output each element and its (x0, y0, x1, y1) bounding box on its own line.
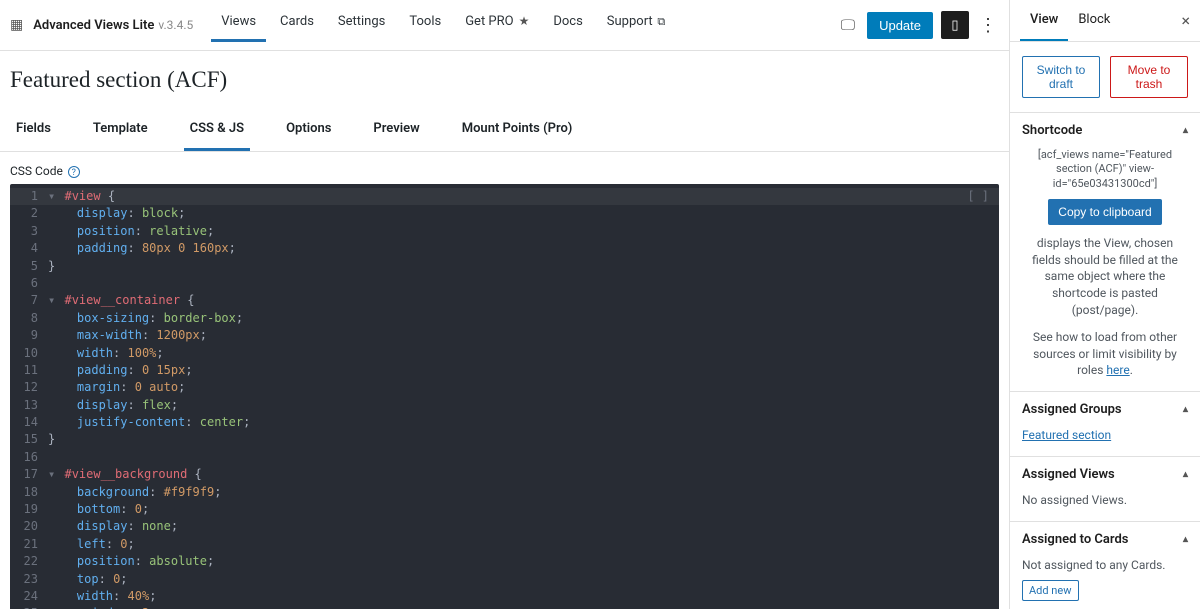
nav-docs[interactable]: Docs (543, 8, 592, 42)
nav-views[interactable]: Views (211, 8, 266, 42)
sidetab-block[interactable]: Block (1068, 0, 1120, 41)
sidebar: View Block × Switch to draft Move to tra… (1010, 0, 1200, 609)
tab-mount-points[interactable]: Mount Points (Pro) (456, 111, 579, 151)
panel-shortcode: Shortcode▴ [acf_views name="Featured sec… (1010, 113, 1200, 392)
panel-shortcode-header[interactable]: Shortcode▴ (1022, 123, 1188, 138)
code-line[interactable]: 3 position: relative; (10, 223, 999, 240)
code-line[interactable]: 8 box-sizing: border-box; (10, 310, 999, 327)
panel-views-header[interactable]: Assigned Views▴ (1022, 467, 1188, 482)
sidebar-actions: Switch to draft Move to trash (1010, 42, 1200, 113)
bracket-match-icon: [ ] (967, 188, 989, 205)
close-icon[interactable]: × (1181, 11, 1190, 30)
code-line[interactable]: 22 position: absolute; (10, 553, 999, 570)
panel-groups-header[interactable]: Assigned Groups▴ (1022, 402, 1188, 417)
tab-css-js[interactable]: CSS & JS (184, 111, 250, 151)
code-line[interactable]: 20 display: none; (10, 518, 999, 535)
code-line[interactable]: 11 padding: 0 15px; (10, 362, 999, 379)
sidebar-tabs: View Block × (1010, 0, 1200, 42)
group-link[interactable]: Featured section (1022, 428, 1111, 442)
views-text: No assigned Views. (1022, 492, 1188, 509)
add-new-button[interactable]: Add new (1022, 580, 1079, 601)
code-line[interactable]: 6 (10, 275, 999, 292)
section-tabs: Fields Template CSS & JS Options Preview… (0, 111, 1009, 152)
nav-support[interactable]: Support ⧉ (597, 8, 675, 42)
cards-text: Not assigned to any Cards. (1022, 557, 1188, 574)
tab-options[interactable]: Options (280, 111, 337, 151)
code-line[interactable]: 14 justify-content: center; (10, 414, 999, 431)
code-line[interactable]: 2 display: block; (10, 205, 999, 222)
code-line[interactable]: 18 background: #f9f9f9; (10, 484, 999, 501)
update-button[interactable]: Update (867, 12, 933, 39)
panel-views: Assigned Views▴ No assigned Views. (1010, 457, 1200, 522)
code-line[interactable]: 1▾ #view { (10, 188, 999, 205)
code-line[interactable]: 10 width: 100%; (10, 345, 999, 362)
content-area: CSS Code ? [ ] 1▾ #view {2 display: bloc… (0, 152, 1009, 609)
chevron-up-icon: ▴ (1183, 404, 1188, 415)
page-title: Featured section (ACF) (0, 51, 1009, 105)
nav-settings[interactable]: Settings (328, 8, 395, 42)
code-line[interactable]: 15} (10, 431, 999, 448)
panel-cards-header[interactable]: Assigned to Cards▴ (1022, 532, 1188, 547)
tab-fields[interactable]: Fields (10, 111, 57, 151)
shortcode-desc: displays the View, chosen fields should … (1022, 235, 1188, 319)
code-line[interactable]: 16 (10, 449, 999, 466)
chevron-up-icon: ▴ (1183, 469, 1188, 480)
code-line[interactable]: 21 left: 0; (10, 536, 999, 553)
top-bar: ▦ Advanced Views Lite v.3.4.5 Views Card… (0, 0, 1009, 51)
code-line[interactable]: 17▾ #view__background { (10, 466, 999, 483)
sidebar-toggle-icon[interactable]: ▯ (941, 11, 969, 39)
chevron-up-icon: ▴ (1183, 534, 1188, 545)
brand-name: Advanced Views Lite (33, 18, 154, 33)
css-editor[interactable]: [ ] 1▾ #view {2 display: block;3 positio… (10, 184, 999, 609)
external-link-icon: ⧉ (655, 15, 666, 28)
grid-icon: ▦ (10, 17, 23, 33)
star-icon: ★ (516, 14, 530, 28)
code-line[interactable]: 23 top: 0; (10, 571, 999, 588)
laptop-icon[interactable]: 🖵 (841, 16, 855, 34)
help-icon[interactable]: ? (68, 166, 80, 178)
more-options-icon[interactable]: ⋮ (979, 15, 997, 36)
move-trash-button[interactable]: Move to trash (1110, 56, 1188, 98)
nav-getpro[interactable]: Get PRO ★ (455, 8, 539, 42)
code-line[interactable]: 7▾ #view__container { (10, 292, 999, 309)
top-nav: Views Cards Settings Tools Get PRO ★ Doc… (211, 8, 675, 42)
sidetab-view[interactable]: View (1020, 0, 1068, 41)
nav-tools[interactable]: Tools (399, 8, 451, 42)
code-line[interactable]: 24 width: 40%; (10, 588, 999, 605)
code-line[interactable]: 13 display: flex; (10, 397, 999, 414)
switch-draft-button[interactable]: Switch to draft (1022, 56, 1100, 98)
version-label: v.3.4.5 (158, 18, 193, 32)
tab-preview[interactable]: Preview (367, 111, 425, 151)
shortcode-text: [acf_views name="Featured section (ACF)"… (1022, 148, 1188, 191)
copy-clipboard-button[interactable]: Copy to clipboard (1048, 199, 1161, 225)
shortcode-hint: See how to load from other sources or li… (1022, 329, 1188, 379)
code-line[interactable]: 12 margin: 0 auto; (10, 379, 999, 396)
panel-cards: Assigned to Cards▴ Not assigned to any C… (1010, 522, 1200, 609)
tab-template[interactable]: Template (87, 111, 154, 151)
code-line[interactable]: 25 z-index: 2; (10, 605, 999, 609)
chevron-up-icon: ▴ (1183, 125, 1188, 136)
here-link[interactable]: here (1106, 363, 1129, 377)
panel-groups: Assigned Groups▴ Featured section (1010, 392, 1200, 457)
code-line[interactable]: 5} (10, 258, 999, 275)
code-line[interactable]: 9 max-width: 1200px; (10, 327, 999, 344)
code-line[interactable]: 4 padding: 80px 0 160px; (10, 240, 999, 257)
css-code-label: CSS Code ? (10, 164, 999, 178)
code-line[interactable]: 19 bottom: 0; (10, 501, 999, 518)
nav-cards[interactable]: Cards (270, 8, 324, 42)
